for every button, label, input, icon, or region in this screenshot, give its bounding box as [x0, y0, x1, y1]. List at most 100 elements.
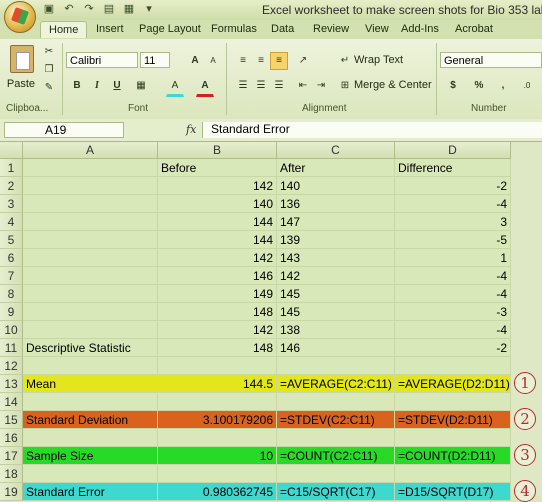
save-icon[interactable]: ▣ — [42, 2, 56, 16]
cell-b-17[interactable]: 10 — [158, 447, 277, 465]
cell-a-18[interactable] — [23, 465, 158, 483]
tab-formulas[interactable]: Formulas — [211, 23, 257, 35]
cell-c-6[interactable]: 143 — [277, 249, 395, 267]
comma-button[interactable]: , — [494, 77, 512, 95]
font-size-box[interactable]: 11 — [140, 52, 170, 68]
tab-view[interactable]: View — [365, 23, 389, 35]
cell-d-18[interactable] — [395, 465, 511, 483]
cell-d-15[interactable]: =STDEV(D2:D11) — [395, 411, 511, 429]
cell-a-3[interactable] — [23, 195, 158, 213]
row-header[interactable]: 13 — [0, 375, 23, 393]
cell-c-12[interactable] — [277, 357, 395, 375]
row-header[interactable]: 18 — [0, 465, 23, 483]
cell-a-8[interactable] — [23, 285, 158, 303]
row-header[interactable]: 5 — [0, 231, 23, 249]
open-icon[interactable]: ▤ — [102, 2, 116, 16]
merge-center-button[interactable]: Merge & Center — [354, 76, 432, 94]
office-button[interactable] — [4, 1, 36, 33]
cell-d-7[interactable]: -4 — [395, 267, 511, 285]
cell-b-9[interactable]: 148 — [158, 303, 277, 321]
borders-icon[interactable]: ▦ — [132, 77, 150, 95]
cell-c-17[interactable]: =COUNT(C2:C11) — [277, 447, 395, 465]
paste-icon[interactable] — [10, 45, 34, 73]
cell-a-13[interactable]: Mean — [23, 375, 158, 393]
name-box[interactable]: A19 — [4, 122, 124, 138]
column-header-a[interactable]: A — [23, 142, 158, 159]
row-header[interactable]: 7 — [0, 267, 23, 285]
fill-color-button[interactable]: A — [166, 77, 184, 97]
cell-a-11[interactable]: Descriptive Statistic — [23, 339, 158, 357]
cell-b-4[interactable]: 144 — [158, 213, 277, 231]
cell-b-2[interactable]: 142 — [158, 177, 277, 195]
cell-a-14[interactable] — [23, 393, 158, 411]
row-header[interactable]: 10 — [0, 321, 23, 339]
cell-a-9[interactable] — [23, 303, 158, 321]
cell-b-12[interactable] — [158, 357, 277, 375]
cell-a-12[interactable] — [23, 357, 158, 375]
row-header[interactable]: 2 — [0, 177, 23, 195]
cell-a-2[interactable] — [23, 177, 158, 195]
copy-icon[interactable]: ❐ — [40, 61, 58, 79]
select-all-corner[interactable] — [0, 142, 23, 159]
cell-b-6[interactable]: 142 — [158, 249, 277, 267]
format-painter-icon[interactable]: ✎ — [40, 79, 58, 97]
preview-icon[interactable]: ▾ — [142, 2, 156, 16]
cell-c-2[interactable]: 140 — [277, 177, 395, 195]
cell-d-19[interactable]: =D15/SQRT(D17) — [395, 483, 511, 501]
cell-a-15[interactable]: Standard Deviation — [23, 411, 158, 429]
row-header[interactable]: 9 — [0, 303, 23, 321]
redo-icon[interactable]: ↷ — [82, 2, 96, 16]
cell-c-1[interactable]: After — [277, 159, 395, 177]
row-header[interactable]: 4 — [0, 213, 23, 231]
cell-b-3[interactable]: 140 — [158, 195, 277, 213]
align-middle-icon[interactable]: ≡ — [252, 52, 270, 70]
insert-function-button[interactable]: fx — [186, 123, 196, 136]
bold-button[interactable]: B — [68, 77, 86, 95]
tab-review[interactable]: Review — [313, 23, 349, 35]
wrap-text-button[interactable]: Wrap Text — [354, 51, 403, 69]
cell-b-16[interactable] — [158, 429, 277, 447]
row-header[interactable]: 1 — [0, 159, 23, 177]
increase-decimal-button[interactable]: .0 — [518, 77, 536, 95]
row-header[interactable]: 14 — [0, 393, 23, 411]
cell-d-5[interactable]: -5 — [395, 231, 511, 249]
cut-icon[interactable]: ✂ — [40, 43, 58, 61]
orientation-icon[interactable]: ↗ — [294, 52, 312, 70]
percent-button[interactable]: % — [470, 77, 488, 95]
tab-page-layout[interactable]: Page Layout — [139, 23, 201, 35]
cell-d-12[interactable] — [395, 357, 511, 375]
row-header[interactable]: 16 — [0, 429, 23, 447]
cell-b-11[interactable]: 148 — [158, 339, 277, 357]
cell-a-17[interactable]: Sample Size — [23, 447, 158, 465]
cell-c-11[interactable]: 146 — [277, 339, 395, 357]
cell-c-15[interactable]: =STDEV(C2:C11) — [277, 411, 395, 429]
wrap-text-icon[interactable]: ↵ — [336, 52, 354, 70]
align-top-icon[interactable]: ≡ — [234, 52, 252, 70]
decrease-indent-icon[interactable]: ⇤ — [294, 77, 312, 95]
cell-b-14[interactable] — [158, 393, 277, 411]
merge-center-icon[interactable]: ⊞ — [336, 77, 354, 95]
cell-d-17[interactable]: =COUNT(D2:D11) — [395, 447, 511, 465]
tab-home[interactable]: Home — [40, 21, 88, 38]
cell-b-19[interactable]: 0.980362745 — [158, 483, 277, 501]
font-color-button[interactable]: A — [196, 77, 214, 97]
increase-indent-icon[interactable]: ⇥ — [312, 77, 330, 95]
cell-d-11[interactable]: -2 — [395, 339, 511, 357]
shrink-font-button[interactable]: A — [204, 52, 222, 70]
cell-a-16[interactable] — [23, 429, 158, 447]
tab-data[interactable]: Data — [271, 23, 294, 35]
row-header[interactable]: 17 — [0, 447, 23, 465]
row-header[interactable]: 19 — [0, 483, 23, 501]
cell-c-8[interactable]: 145 — [277, 285, 395, 303]
cell-c-16[interactable] — [277, 429, 395, 447]
cell-b-18[interactable] — [158, 465, 277, 483]
cell-d-10[interactable]: -4 — [395, 321, 511, 339]
align-right-icon[interactable]: ☰ — [270, 77, 288, 95]
column-header-d[interactable]: D — [395, 142, 511, 159]
cell-c-5[interactable]: 139 — [277, 231, 395, 249]
cell-a-5[interactable] — [23, 231, 158, 249]
cell-b-1[interactable]: Before — [158, 159, 277, 177]
tab-acrobat[interactable]: Acrobat — [455, 23, 493, 35]
cell-c-18[interactable] — [277, 465, 395, 483]
column-header-c[interactable]: C — [277, 142, 395, 159]
